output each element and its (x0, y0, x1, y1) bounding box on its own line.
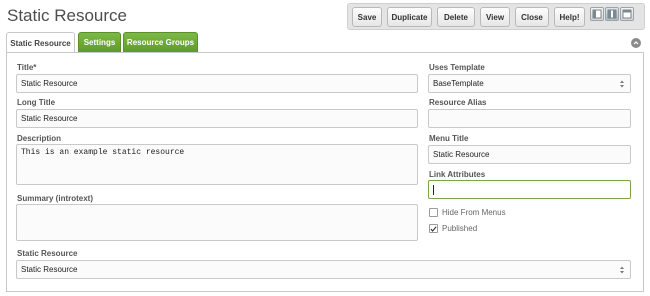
static-resource-select[interactable]: Static Resource (16, 260, 631, 279)
static-resource-value: Static Resource (21, 265, 78, 274)
tab-static-resource[interactable]: Static Resource (6, 32, 75, 53)
published-checkbox[interactable] (429, 224, 438, 233)
description-label: Description (17, 134, 62, 143)
layout-left-icon[interactable] (590, 7, 604, 21)
layout-toggle-group (590, 7, 634, 23)
hide-from-menus-checkbox[interactable] (429, 208, 438, 217)
summary-textarea[interactable] (16, 204, 418, 241)
view-button[interactable]: View (480, 7, 510, 27)
select-arrows-icon (620, 266, 624, 274)
tab-settings[interactable]: Settings (78, 32, 121, 52)
layout-split-icon[interactable] (605, 7, 619, 21)
delete-button[interactable]: Delete (437, 7, 475, 27)
uses-template-select[interactable]: BaseTemplate (428, 74, 631, 93)
resource-alias-input[interactable] (428, 109, 631, 128)
layout-full-icon[interactable] (620, 7, 634, 21)
title-input[interactable]: Static Resource (16, 74, 418, 93)
collapse-icon[interactable] (631, 38, 641, 48)
page-title: Static Resource (7, 6, 127, 25)
description-textarea[interactable]: This is an example static resource (16, 144, 418, 185)
resource-alias-label: Resource Alias (429, 98, 487, 107)
published-label[interactable]: Published (442, 224, 477, 233)
long-title-label: Long Title (17, 98, 56, 107)
uses-template-label: Uses Template (429, 63, 485, 72)
link-attributes-input[interactable] (428, 180, 631, 199)
menu-title-label: Menu Title (429, 134, 469, 143)
summary-label: Summary (introtext) (17, 194, 94, 203)
select-arrows-icon (620, 80, 624, 88)
checkmark-icon (430, 225, 437, 232)
uses-template-value: BaseTemplate (433, 79, 484, 88)
duplicate-button[interactable]: Duplicate (387, 7, 432, 27)
close-button[interactable]: Close (515, 7, 549, 27)
hide-from-menus-label[interactable]: Hide From Menus (442, 208, 506, 217)
static-resource-label: Static Resource (17, 249, 78, 258)
help-button[interactable]: Help! (554, 7, 585, 27)
link-attributes-label: Link Attributes (429, 170, 486, 179)
tab-resource-groups[interactable]: Resource Groups (123, 32, 198, 52)
menu-title-input[interactable]: Static Resource (428, 145, 631, 164)
save-button[interactable]: Save (352, 7, 382, 27)
title-label: Title* (17, 63, 37, 72)
long-title-input[interactable]: Static Resource (16, 109, 418, 128)
text-caret (433, 184, 434, 195)
